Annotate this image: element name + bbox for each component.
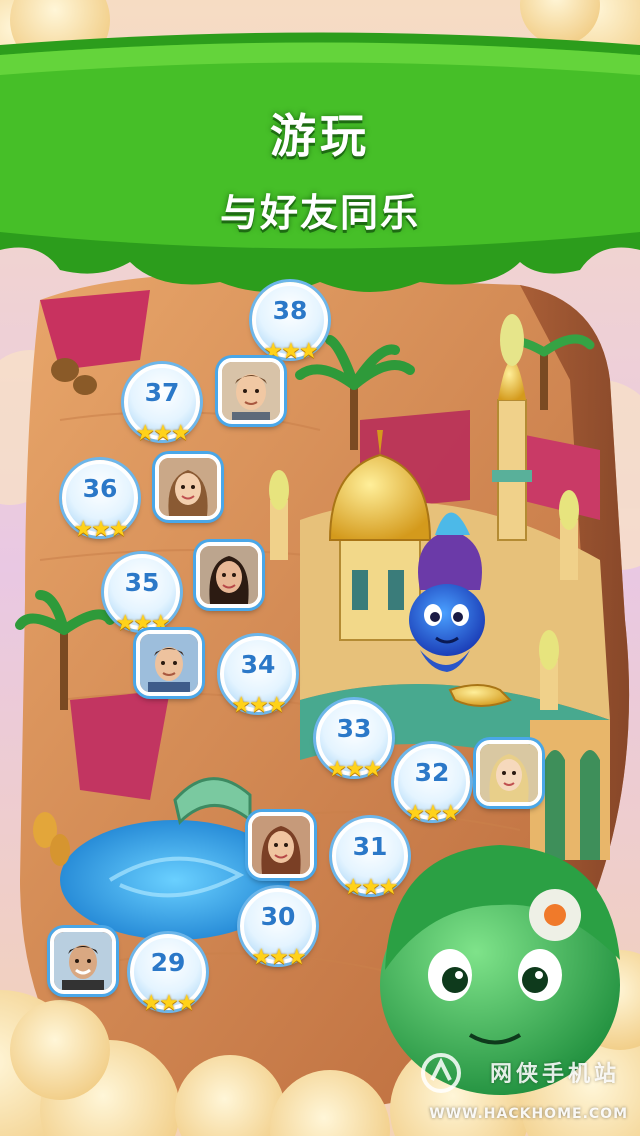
level-stars: ★★★ [405,801,460,826]
level-number: 36 [82,474,118,503]
level-number: 30 [260,902,296,931]
level-stars: ★★★ [231,693,286,718]
level-stars: ★★★ [343,875,398,900]
face-avatar-icon [252,816,310,874]
friend-avatar-level-29[interactable] [50,928,116,994]
face-avatar-icon [140,634,198,692]
level-number: 34 [240,650,276,679]
friend-avatar-level-35[interactable] [196,542,262,608]
level-node-36[interactable]: 36 ★★★ [62,460,138,542]
face-avatar-icon [54,932,112,990]
level-node-31[interactable]: 31 ★★★ [332,818,408,900]
level-stars: ★★★ [73,517,128,542]
level-node-32[interactable]: 32 ★★★ [394,744,470,826]
hackhome-logo-icon [421,1053,461,1093]
level-number: 29 [150,948,186,977]
face-avatar-icon [480,744,538,802]
level-number: 38 [272,296,308,325]
level-stars: ★★★ [135,421,190,446]
friend-avatar-level-32[interactable] [476,740,542,806]
level-node-29[interactable]: 29 ★★★ [130,934,206,1016]
face-avatar-icon [159,458,217,516]
level-node-34[interactable]: 34 ★★★ [220,636,296,718]
level-number: 32 [414,758,450,787]
level-number: 35 [124,568,160,597]
banner-title: 游玩 [270,109,370,163]
friend-avatar-level-31[interactable] [248,812,314,878]
watermark-url: WWW.HACKHOME.COM [429,1106,628,1122]
level-number: 31 [352,832,388,861]
friend-avatar-level-34[interactable] [136,630,202,696]
level-node-38[interactable]: 38 ★★★ [252,282,328,364]
banner-subtitle: 与好友同乐 [219,191,420,235]
level-stars: ★★★ [141,991,196,1016]
level-node-37[interactable]: 37 ★★★ [124,364,200,446]
face-avatar-icon [222,362,280,420]
level-stars: ★★★ [251,945,306,970]
level-node-30[interactable]: 30 ★★★ [240,888,316,970]
level-number: 33 [336,714,372,743]
level-node-35[interactable]: 35 ★★★ [104,554,180,636]
level-node-33[interactable]: 33 ★★★ [316,700,392,782]
friend-avatar-level-37[interactable] [218,358,284,424]
friend-avatar-level-36[interactable] [155,454,221,520]
watermark-text: 网侠手机站 [489,1062,620,1087]
level-number: 37 [144,378,180,407]
face-avatar-icon [200,546,258,604]
level-stars: ★★★ [327,757,382,782]
